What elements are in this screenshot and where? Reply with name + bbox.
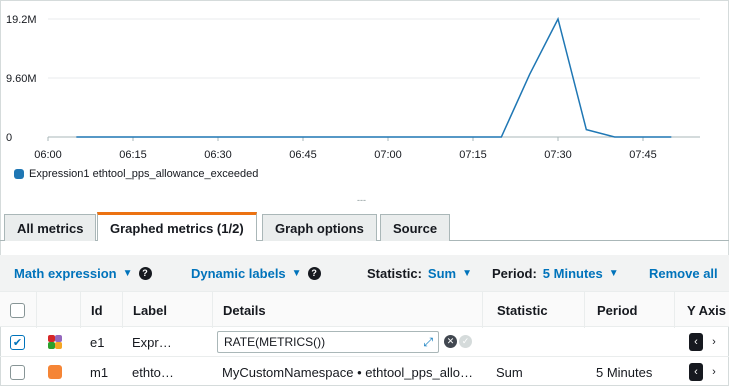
help-icon[interactable]: ? bbox=[307, 266, 321, 280]
chart-legend[interactable]: Expression1 ethtool_pps_allowance_exceed… bbox=[14, 168, 258, 180]
tab-graphed-metrics[interactable]: Graphed metrics (1/2) bbox=[97, 212, 257, 241]
row-id[interactable]: m1 bbox=[90, 357, 108, 386]
row-label[interactable]: Expr… bbox=[132, 327, 172, 357]
resize-handle[interactable]: --- bbox=[357, 195, 366, 205]
y-tick-label: 0 bbox=[6, 132, 12, 144]
dynamic-labels-dropdown[interactable]: Dynamic labels ▼ ? bbox=[191, 266, 321, 281]
remove-all-label: Remove all bbox=[649, 265, 718, 281]
color-cell bbox=[48, 327, 62, 357]
chevron-down-icon: ▼ bbox=[291, 267, 302, 279]
legend-swatch bbox=[14, 169, 24, 179]
tab-all-metrics[interactable]: All metrics bbox=[4, 214, 97, 241]
legend-label: Expression1 ethtool_pps_allowance_exceed… bbox=[29, 168, 259, 180]
select-all-checkbox[interactable] bbox=[10, 302, 25, 318]
id-column-header[interactable]: Id bbox=[80, 292, 122, 328]
row-id[interactable]: e1 bbox=[90, 327, 104, 357]
y-axis-right-button[interactable]: › bbox=[707, 333, 721, 351]
row-select-cell bbox=[10, 357, 25, 386]
multicolor-swatch-icon[interactable] bbox=[48, 335, 62, 349]
y-axis-right-button[interactable]: › bbox=[707, 363, 721, 381]
metrics-toolbar: Math expression ▼ ? Dynamic labels ▼ ? S… bbox=[0, 255, 729, 291]
y-tick-label: 9.60M bbox=[6, 73, 37, 85]
chevron-down-icon: ▼ bbox=[122, 267, 133, 279]
row-details: MyCustomNamespace • ethtool_pps_allo… bbox=[222, 364, 473, 380]
x-tick-label: 07:30 bbox=[544, 149, 572, 161]
x-tick-label: 06:15 bbox=[119, 149, 147, 161]
x-tick-label: 06:45 bbox=[289, 149, 317, 161]
color-column-header bbox=[36, 292, 80, 328]
math-expression-dropdown[interactable]: Math expression ▼ ? bbox=[14, 266, 152, 281]
y-tick-label: 19.2M bbox=[6, 14, 37, 26]
label-column-header[interactable]: Label bbox=[122, 292, 212, 328]
row-checkbox[interactable]: ✔ bbox=[10, 334, 25, 350]
tab-source[interactable]: Source bbox=[380, 214, 451, 241]
dynamic-labels-label: Dynamic labels bbox=[191, 265, 286, 281]
row-period[interactable]: 5 Minutes bbox=[596, 357, 652, 386]
x-tick-label: 06:00 bbox=[34, 149, 62, 161]
x-tick-label: 07:45 bbox=[629, 149, 657, 161]
period-value: 5 Minutes bbox=[542, 265, 603, 281]
tab-graph-options[interactable]: Graph options bbox=[262, 214, 377, 241]
remove-all-button[interactable]: Remove all bbox=[649, 266, 718, 281]
row-statistic[interactable]: Sum bbox=[496, 357, 523, 386]
close-circle-icon[interactable]: ✕ bbox=[444, 335, 457, 348]
y-axis-left-button[interactable]: ‹ bbox=[689, 333, 703, 351]
tab-bar: All metrics Graphed metrics (1/2) Graph … bbox=[0, 212, 729, 241]
x-tick-label: 06:30 bbox=[204, 149, 232, 161]
statistic-label: Statistic: bbox=[367, 265, 422, 281]
yaxis-column-header[interactable]: Y Axis bbox=[674, 292, 729, 328]
statistic-selector[interactable]: Statistic: Sum ▼ bbox=[367, 266, 472, 281]
color-cell bbox=[48, 357, 62, 386]
period-label: Period: bbox=[492, 265, 537, 281]
help-icon[interactable]: ? bbox=[138, 266, 152, 280]
table-row: ✔ e1 Expr… RATE(METRICS()) ⤢ ✕ ✓ ‹ › bbox=[0, 327, 729, 357]
row-label[interactable]: ethto… bbox=[132, 357, 174, 386]
metrics-table-header: Id Label Details Statistic Period Y Axis bbox=[0, 291, 729, 328]
statistic-value: Sum bbox=[427, 265, 457, 281]
chevron-down-icon: ▼ bbox=[462, 267, 472, 279]
expression-value: RATE(METRICS()) bbox=[224, 335, 326, 349]
check-circle-icon[interactable]: ✓ bbox=[459, 335, 472, 348]
chevron-down-icon: ▼ bbox=[608, 267, 619, 279]
x-tick-label: 07:00 bbox=[374, 149, 402, 161]
statistic-column-header[interactable]: Statistic bbox=[482, 292, 584, 328]
math-expression-label: Math expression bbox=[14, 265, 117, 281]
row-checkbox[interactable] bbox=[10, 364, 25, 380]
expression-input[interactable]: RATE(METRICS()) ⤢ bbox=[217, 331, 439, 353]
period-selector[interactable]: Period: 5 Minutes ▼ bbox=[492, 266, 619, 281]
table-row: m1 ethto… MyCustomNamespace • ethtool_pp… bbox=[0, 357, 729, 386]
color-swatch[interactable] bbox=[48, 365, 62, 379]
row-select-cell: ✔ bbox=[10, 327, 25, 357]
expand-icon[interactable]: ⤢ bbox=[423, 335, 433, 350]
period-column-header[interactable]: Period bbox=[584, 292, 674, 328]
x-tick-label: 07:15 bbox=[459, 149, 487, 161]
details-column-header[interactable]: Details bbox=[212, 292, 482, 328]
y-axis-left-button[interactable]: ‹ bbox=[689, 363, 703, 381]
select-all-cell bbox=[0, 292, 36, 328]
